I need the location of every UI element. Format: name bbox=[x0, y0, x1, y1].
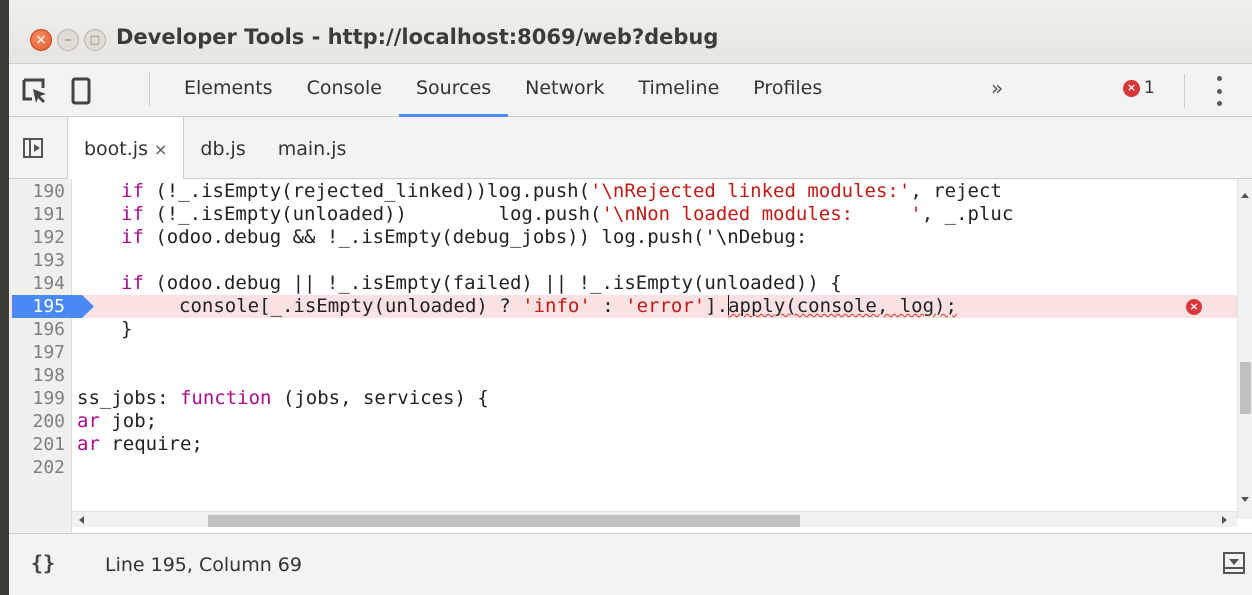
toggle-drawer-icon[interactable] bbox=[1223, 552, 1245, 574]
file-tab-db-js[interactable]: db.js bbox=[184, 117, 261, 179]
line-number[interactable]: 200 bbox=[9, 410, 69, 433]
code-text[interactable]: ss_jobs: function (jobs, services) { bbox=[77, 387, 489, 410]
code-line[interactable]: 195 × console[_.isEmpty(unloaded) ? 'info'… bbox=[9, 295, 1252, 318]
pretty-print-button[interactable]: {} bbox=[31, 551, 55, 575]
line-number[interactable]: 193 bbox=[9, 249, 69, 272]
line-number[interactable]: 198 bbox=[9, 364, 69, 387]
horizontal-scrollbar[interactable] bbox=[72, 511, 1237, 527]
tab-network[interactable]: Network bbox=[508, 64, 621, 117]
line-number[interactable]: 199 bbox=[9, 387, 69, 410]
error-counter[interactable]: × 1 bbox=[1123, 78, 1155, 98]
scroll-down-arrow-icon[interactable] bbox=[1241, 497, 1249, 502]
error-count-label: 1 bbox=[1144, 78, 1155, 98]
code-line[interactable]: 200 ar job; bbox=[9, 410, 1252, 433]
line-number[interactable]: 201 bbox=[9, 433, 69, 456]
customize-menu-icon[interactable] bbox=[1214, 76, 1224, 106]
code-line[interactable]: 196} bbox=[9, 318, 1252, 341]
window-edge bbox=[0, 0, 9, 595]
line-number[interactable]: 192 bbox=[9, 226, 69, 249]
inspect-element-icon[interactable] bbox=[21, 77, 49, 105]
line-number[interactable]: 190 bbox=[9, 180, 69, 203]
window-maximize-button[interactable]: □ bbox=[84, 29, 106, 51]
device-mode-icon[interactable] bbox=[67, 77, 95, 105]
scroll-left-arrow-icon[interactable] bbox=[79, 516, 84, 524]
vertical-scrollbar[interactable] bbox=[1237, 179, 1252, 519]
code-line[interactable]: 190 if (!_.isEmpty(rejected_linked))log.p… bbox=[9, 180, 1252, 203]
window-minimize-button[interactable]: – bbox=[57, 29, 79, 51]
code-text[interactable]: if (odoo.debug || !_.isEmpty(failed) || … bbox=[121, 272, 842, 295]
source-file-tabs: boot.js × db.js main.js bbox=[9, 117, 1252, 180]
code-line[interactable]: 192 if (odoo.debug && !_.isEmpty(debug_jo… bbox=[9, 226, 1252, 249]
code-line[interactable]: 194 if (odoo.debug || !_.isEmpty(failed) … bbox=[9, 272, 1252, 295]
navigator-toggle-icon[interactable] bbox=[23, 138, 43, 158]
more-tabs-chevron-icon[interactable]: » bbox=[991, 76, 1003, 100]
line-error-icon[interactable]: × bbox=[1186, 299, 1202, 315]
tab-profiles[interactable]: Profiles bbox=[736, 64, 839, 117]
scroll-up-arrow-icon[interactable] bbox=[1241, 193, 1249, 198]
code-text[interactable]: } bbox=[121, 318, 132, 341]
line-number[interactable]: 195 bbox=[9, 295, 69, 318]
window-titlebar: × – □ Developer Tools - http://localhost… bbox=[0, 0, 1252, 595]
line-number[interactable]: 202 bbox=[9, 456, 69, 479]
code-line[interactable]: 191 if (!_.isEmpty(unloaded)) log.push('\… bbox=[9, 203, 1252, 226]
line-number[interactable]: 194 bbox=[9, 272, 69, 295]
tab-elements[interactable]: Elements bbox=[167, 64, 290, 117]
code-line[interactable]: 201 ar require; bbox=[9, 433, 1252, 456]
code-text[interactable]: ar job; bbox=[77, 410, 157, 433]
code-line[interactable]: 193 bbox=[9, 249, 1252, 272]
line-number[interactable]: 191 bbox=[9, 203, 69, 226]
code-line[interactable]: 198 bbox=[9, 364, 1252, 387]
code-line[interactable]: 199 ss_jobs: function (jobs, services) { bbox=[9, 387, 1252, 410]
code-text[interactable]: if (!_.isEmpty(rejected_linked))log.push… bbox=[121, 180, 1002, 203]
tab-sources[interactable]: Sources bbox=[399, 64, 509, 117]
panel-tabs: Elements Console Sources Network Timelin… bbox=[167, 64, 839, 117]
file-tab-label: boot.js bbox=[84, 138, 148, 160]
code-text[interactable]: if (!_.isEmpty(unloaded)) log.push('\nNo… bbox=[121, 203, 1013, 226]
file-tab-main-js[interactable]: main.js bbox=[262, 117, 363, 179]
devtools-toolbar: Elements Console Sources Network Timelin… bbox=[9, 64, 1252, 117]
tab-console[interactable]: Console bbox=[290, 64, 399, 117]
code-text[interactable]: ar require; bbox=[77, 433, 203, 456]
file-tab-boot-js[interactable]: boot.js × bbox=[67, 117, 185, 180]
horizontal-scroll-thumb[interactable] bbox=[208, 515, 800, 527]
code-editor[interactable]: 190 if (!_.isEmpty(rejected_linked))log.p… bbox=[9, 179, 1252, 533]
code-line[interactable]: 202 bbox=[9, 456, 1252, 479]
line-number[interactable]: 197 bbox=[9, 341, 69, 364]
open-files: boot.js × db.js main.js bbox=[67, 117, 363, 180]
code-line[interactable]: 197 bbox=[9, 341, 1252, 364]
window-title: Developer Tools - http://localhost:8069/… bbox=[116, 25, 719, 49]
close-tab-icon[interactable]: × bbox=[154, 140, 167, 159]
toolbar-separator bbox=[149, 72, 150, 106]
toolbar-separator-right bbox=[1184, 74, 1185, 108]
editor-status-bar: {} Line 195, Column 69 bbox=[9, 533, 1252, 595]
line-number[interactable]: 196 bbox=[9, 318, 69, 341]
vertical-scroll-thumb[interactable] bbox=[1240, 362, 1251, 414]
window-close-button[interactable]: × bbox=[30, 29, 52, 51]
tab-timeline[interactable]: Timeline bbox=[622, 64, 737, 117]
cursor-position: Line 195, Column 69 bbox=[105, 554, 302, 576]
code-text[interactable]: console[_.isEmpty(unloaded) ? 'info' : '… bbox=[179, 295, 957, 318]
code-text[interactable]: if (odoo.debug && !_.isEmpty(debug_jobs)… bbox=[121, 226, 807, 249]
scroll-right-arrow-icon[interactable] bbox=[1222, 516, 1227, 524]
error-icon: × bbox=[1123, 79, 1140, 97]
